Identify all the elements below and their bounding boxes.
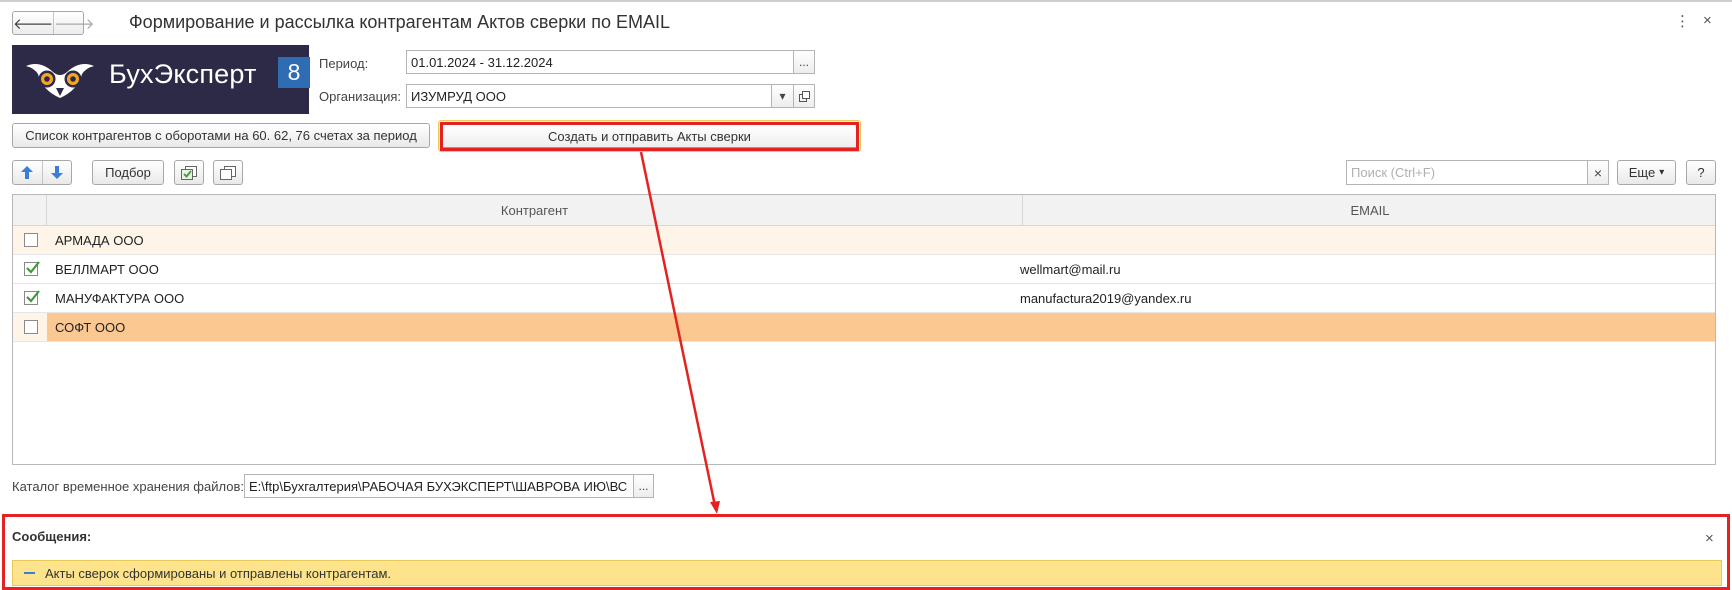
annotation-arrow — [639, 151, 720, 514]
